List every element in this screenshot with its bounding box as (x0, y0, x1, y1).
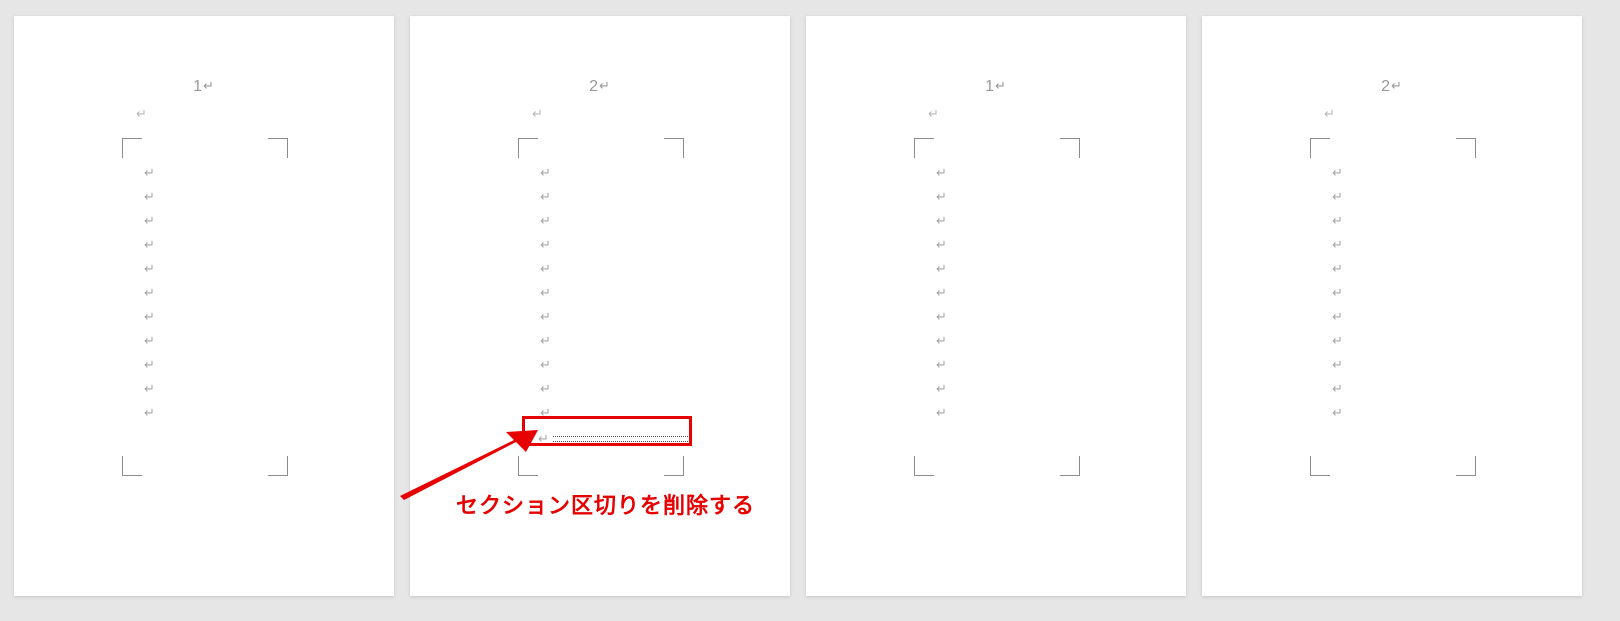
paragraph-mark-icon: ↵ (540, 382, 551, 395)
paragraph-mark-icon: ↵ (936, 214, 947, 227)
paragraph-mark-icon: ↵ (144, 382, 155, 395)
paragraph-mark-icon: ↵ (144, 358, 155, 371)
paragraph-mark-icon: ↵ (1332, 358, 1343, 371)
paragraph-mark-icon: ↵ (1332, 406, 1343, 419)
header-number-text: 2 (589, 78, 599, 95)
paragraph-mark-icon: ↵ (1332, 214, 1343, 227)
paragraph-mark-icon: ↵ (538, 431, 549, 447)
paragraph-mark-icon: ↵ (1332, 238, 1343, 251)
header-number-text: 1 (985, 78, 995, 95)
paragraph-mark-icon: ↵ (1332, 166, 1343, 179)
paragraph-mark-icon: ↵ (936, 262, 947, 275)
paragraph-mark-icon: ↵ (136, 106, 147, 122)
crop-mark-icon (1310, 456, 1330, 476)
crop-mark-icon (1456, 138, 1476, 158)
paragraph-mark-icon: ↵ (936, 238, 947, 251)
paragraph-mark-icon: ↵ (144, 310, 155, 323)
paragraph-mark-icon: ↵ (144, 406, 155, 419)
paragraph-mark-icon: ↵ (936, 358, 947, 371)
crop-mark-icon (1060, 138, 1080, 158)
paragraph-mark-icon: ↵ (936, 406, 947, 419)
paragraph-mark-icon: ↵ (144, 334, 155, 347)
paragraph-mark-icon: ↵ (1332, 310, 1343, 323)
paragraph-mark-icon: ↵ (1332, 334, 1343, 347)
paragraph-mark-icon: ↵ (540, 334, 551, 347)
paragraph-mark-icon: ↵ (936, 310, 947, 323)
crop-mark-icon (1060, 456, 1080, 476)
crop-mark-icon (914, 456, 934, 476)
paragraph-mark-icon: ↵ (540, 214, 551, 227)
paragraph-mark-icon: ↵ (1332, 382, 1343, 395)
header-number-text: 1 (193, 78, 203, 95)
crop-mark-icon (1310, 138, 1330, 158)
crop-mark-icon (518, 138, 538, 158)
page-header-number: 1↵ (14, 78, 394, 96)
paragraph-mark-icon: ↵ (1391, 78, 1403, 93)
paragraph-mark-icon: ↵ (936, 382, 947, 395)
paragraph-mark-icon: ↵ (540, 310, 551, 323)
document-body[interactable]: ↵ ↵ ↵ ↵ ↵ ↵ ↵ ↵ ↵ ↵ ↵ (144, 166, 155, 419)
crop-mark-icon (914, 138, 934, 158)
paragraph-mark-icon: ↵ (936, 286, 947, 299)
document-workspace: 1↵ ↵ ↵↵↵↵↵↵↵↵↵↵↵ 2↵ ↵ ↵↵↵↵↵↵↵↵↵↵↵ ↵ 1↵ ↵ (0, 0, 1620, 621)
paragraph-mark-icon: ↵ (995, 78, 1007, 93)
page-header-number: 2↵ (410, 78, 790, 96)
crop-mark-icon (664, 456, 684, 476)
annotation-label: セクション区切りを削除する (456, 488, 755, 520)
header-number-text: 2 (1381, 78, 1391, 95)
paragraph-mark-icon: ↵ (1332, 262, 1343, 275)
document-page[interactable]: 1↵ ↵ ↵↵↵↵↵↵↵↵↵↵↵ (806, 16, 1186, 596)
paragraph-mark-icon: ↵ (540, 262, 551, 275)
paragraph-mark-icon: ↵ (203, 78, 215, 93)
paragraph-mark-icon: ↵ (928, 106, 939, 122)
paragraph-mark-icon: ↵ (144, 286, 155, 299)
paragraph-mark-icon: ↵ (144, 214, 155, 227)
crop-mark-icon (1456, 456, 1476, 476)
paragraph-mark-icon: ↵ (532, 106, 543, 122)
paragraph-mark-icon: ↵ (144, 166, 155, 179)
paragraph-mark-icon: ↵ (540, 286, 551, 299)
document-page[interactable]: 2↵ ↵ ↵↵↵↵↵↵↵↵↵↵↵ (1202, 16, 1582, 596)
crop-mark-icon (518, 456, 538, 476)
section-break-line-icon (553, 436, 692, 442)
crop-mark-icon (268, 138, 288, 158)
paragraph-mark-icon: ↵ (936, 190, 947, 203)
crop-mark-icon (664, 138, 684, 158)
paragraph-mark-icon: ↵ (144, 262, 155, 275)
crop-mark-icon (122, 138, 142, 158)
paragraph-mark-icon: ↵ (540, 406, 551, 419)
document-body[interactable]: ↵ ↵ ↵ ↵ ↵ ↵ ↵ ↵ ↵ ↵ ↵ (1332, 166, 1343, 419)
paragraph-mark-icon: ↵ (540, 190, 551, 203)
section-break[interactable]: ↵ (538, 430, 692, 448)
paragraph-mark-icon: ↵ (599, 78, 611, 93)
paragraph-mark-icon: ↵ (540, 358, 551, 371)
paragraph-mark-icon: ↵ (1324, 106, 1335, 122)
paragraph-mark-icon: ↵ (1332, 286, 1343, 299)
crop-mark-icon (122, 456, 142, 476)
document-page[interactable]: 1↵ ↵ ↵↵↵↵↵↵↵↵↵↵↵ (14, 16, 394, 596)
document-body[interactable]: ↵ ↵ ↵ ↵ ↵ ↵ ↵ ↵ ↵ ↵ ↵ (540, 166, 551, 419)
paragraph-mark-icon: ↵ (936, 166, 947, 179)
crop-mark-icon (268, 456, 288, 476)
paragraph-mark-icon: ↵ (144, 238, 155, 251)
page-header-number: 1↵ (806, 78, 1186, 96)
paragraph-mark-icon: ↵ (936, 334, 947, 347)
page-header-number: 2↵ (1202, 78, 1582, 96)
paragraph-mark-icon: ↵ (1332, 190, 1343, 203)
document-body[interactable]: ↵ ↵ ↵ ↵ ↵ ↵ ↵ ↵ ↵ ↵ ↵ (936, 166, 947, 419)
paragraph-mark-icon: ↵ (540, 238, 551, 251)
paragraph-mark-icon: ↵ (540, 166, 551, 179)
paragraph-mark-icon: ↵ (144, 190, 155, 203)
